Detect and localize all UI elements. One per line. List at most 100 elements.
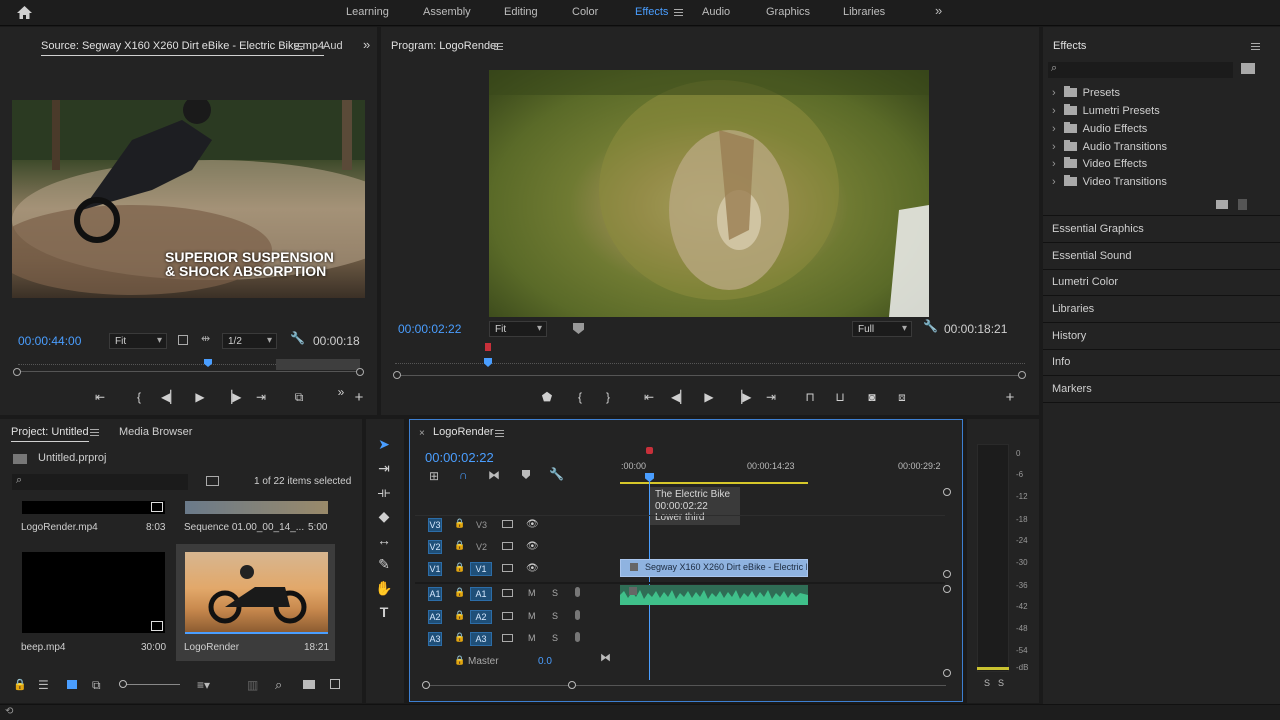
panel-essential-graphics[interactable]: Essential Graphics <box>1052 223 1144 235</box>
panel-essential-sound[interactable]: Essential Sound <box>1052 250 1132 262</box>
audio-clip[interactable] <box>620 585 808 605</box>
find-bottom-icon[interactable]: ⌕ <box>275 677 282 693</box>
pen-tool-icon[interactable]: ✎ <box>375 556 393 573</box>
comparison-view-icon[interactable]: ⧈ <box>894 389 910 405</box>
play-icon[interactable]: ▶ <box>192 389 208 405</box>
program-add-button-icon[interactable]: + <box>1002 390 1018 406</box>
new-item-icon[interactable] <box>330 679 340 689</box>
ripple-edit-tool-icon[interactable]: ⟛ <box>375 484 393 501</box>
program-playhead[interactable] <box>484 358 492 367</box>
program-mark-out-icon[interactable]: } <box>600 389 616 405</box>
effects-item-video-effects[interactable]: › Video Effects <box>1052 157 1147 170</box>
solo-button[interactable]: S <box>552 588 558 598</box>
project-item-thumb[interactable] <box>22 552 165 633</box>
workspace-assembly[interactable]: Assembly <box>423 6 471 18</box>
marker-icon[interactable] <box>573 323 584 334</box>
step-back-icon[interactable]: ◀▏ <box>161 389 179 405</box>
track-select-tool-icon[interactable]: ⇥ <box>375 460 393 477</box>
track-sync-icon[interactable] <box>502 564 513 572</box>
find-icon[interactable] <box>206 476 219 486</box>
program-mark-in-icon[interactable]: { <box>572 389 588 405</box>
project-search-field[interactable]: ⌕ <box>12 474 188 490</box>
program-tab[interactable]: Program: LogoRender <box>391 40 500 52</box>
list-view-icon[interactable]: ☰ <box>38 678 49 692</box>
nest-icon[interactable]: ⊞ <box>429 469 439 483</box>
track-sync-icon[interactable] <box>502 634 513 642</box>
meter-solo-right[interactable]: S <box>998 678 1004 688</box>
source-zoom-start-handle[interactable] <box>13 368 21 376</box>
mute-button[interactable]: M <box>528 588 536 598</box>
more-workspaces-icon[interactable]: » <box>935 3 942 18</box>
vertical-scroll-handle[interactable] <box>943 488 951 496</box>
track-label-a3[interactable]: A3 <box>470 632 492 646</box>
icon-view-icon[interactable] <box>67 680 77 689</box>
workspace-color[interactable]: Color <box>572 6 598 18</box>
mark-in-icon[interactable]: ⇤ <box>92 389 108 405</box>
linked-selection-icon[interactable]: ⧓ <box>488 468 500 482</box>
track-eye-icon[interactable]: 👁 <box>526 519 539 530</box>
go-to-out-icon[interactable]: ⇥ <box>253 389 269 405</box>
track-lock-icon[interactable]: 🔒 <box>454 610 465 621</box>
vertical-scroll-handle[interactable] <box>943 585 951 593</box>
timeline-menu-icon[interactable] <box>495 430 504 437</box>
workspace-learning[interactable]: Learning <box>346 6 389 18</box>
video-clip[interactable]: Segway X160 X260 Dirt eBike - Electric B… <box>620 559 808 577</box>
track-target-v1[interactable]: V1 <box>428 562 442 576</box>
track-target-v2[interactable]: V2 <box>428 540 442 554</box>
effects-item-lumetri-presets[interactable]: › Lumetri Presets <box>1052 104 1160 117</box>
track-lock-icon[interactable]: 🔒 <box>454 518 465 529</box>
trash-icon[interactable] <box>1238 199 1247 210</box>
effects-item-video-transitions[interactable]: › Video Transitions <box>1052 175 1167 188</box>
effects-item-presets[interactable]: › Presets <box>1052 86 1120 99</box>
track-label-a1[interactable]: A1 <box>470 587 492 601</box>
snap-icon[interactable]: ∩ <box>459 468 468 482</box>
more-tabs-icon[interactable]: » <box>363 37 370 52</box>
panel-markers[interactable]: Markers <box>1052 383 1092 395</box>
effects-item-audio-effects[interactable]: › Audio Effects <box>1052 122 1147 135</box>
add-button-icon[interactable]: + <box>351 390 367 406</box>
workspace-graphics[interactable]: Graphics <box>766 6 810 18</box>
hand-tool-icon[interactable]: ✋ <box>375 580 393 597</box>
mic-icon[interactable] <box>575 610 580 620</box>
source-zoom-end-handle[interactable] <box>356 368 364 376</box>
settings-icon[interactable] <box>178 335 188 345</box>
effects-panel-menu-icon[interactable] <box>1251 43 1260 50</box>
program-wrench-icon[interactable]: 🔧 <box>923 319 938 333</box>
track-target-a1[interactable]: A1 <box>428 587 442 601</box>
lock-icon[interactable]: 🔒 <box>13 678 27 691</box>
program-fit-select[interactable]: Fit <box>489 321 547 337</box>
program-timecode[interactable]: 00:00:02:22 <box>398 322 461 336</box>
project-item-thumb[interactable] <box>22 501 165 514</box>
panel-lumetri-color[interactable]: Lumetri Color <box>1052 276 1118 288</box>
mark-out-icon[interactable]: { <box>131 389 147 405</box>
media-browser-tab[interactable]: Media Browser <box>119 426 192 438</box>
more-controls-icon[interactable]: » <box>333 384 349 400</box>
track-eye-icon[interactable]: 👁 <box>526 563 539 574</box>
zoom-slider[interactable] <box>120 684 180 685</box>
program-quality-select[interactable]: Full <box>852 321 912 337</box>
master-volume-value[interactable]: 0.0 <box>538 656 552 667</box>
source-playhead[interactable] <box>204 359 212 367</box>
project-item-thumb[interactable] <box>185 501 328 514</box>
new-bin-bottom-icon[interactable] <box>303 680 315 689</box>
program-step-forward-icon[interactable]: ▕▶ <box>733 389 751 405</box>
track-eye-icon[interactable]: 👁 <box>526 541 539 552</box>
effects-menu-icon[interactable] <box>674 9 683 16</box>
project-item-thumb[interactable] <box>185 552 328 633</box>
program-zoom-end-handle[interactable] <box>1018 371 1026 379</box>
track-sync-icon[interactable] <box>502 589 513 597</box>
step-icon[interactable]: ⇹ <box>201 332 210 345</box>
zoom-slider-handle[interactable] <box>119 680 127 688</box>
workspace-editing[interactable]: Editing <box>504 6 538 18</box>
track-sync-icon[interactable] <box>502 612 513 620</box>
go-to-in-icon[interactable]: ⇤ <box>641 389 657 405</box>
mic-icon[interactable] <box>575 632 580 642</box>
source-menu-icon[interactable] <box>294 43 303 50</box>
workspace-libraries[interactable]: Libraries <box>843 6 885 18</box>
mic-icon[interactable] <box>575 587 580 597</box>
add-marker-timeline-icon[interactable] <box>522 470 530 479</box>
add-marker-icon[interactable]: ⬟ <box>539 389 555 405</box>
audio-tab[interactable]: Aud <box>323 40 343 52</box>
track-label-v1[interactable]: V1 <box>470 562 492 576</box>
track-target-a2[interactable]: A2 <box>428 610 442 624</box>
